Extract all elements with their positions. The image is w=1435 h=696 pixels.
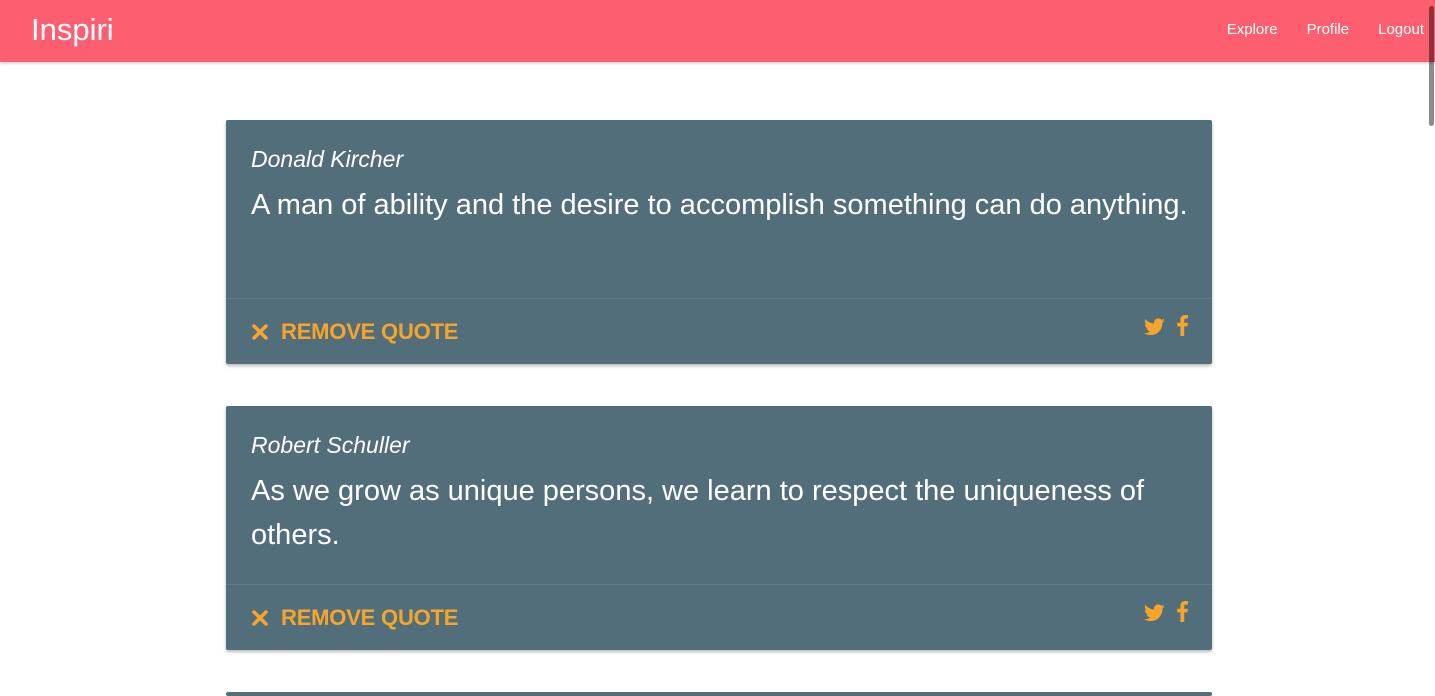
brand-logo[interactable]: Inspiri — [31, 12, 114, 48]
remove-quote-button[interactable]: REMOVE QUOTE — [251, 319, 458, 345]
nav-link-logout[interactable]: Logout — [1378, 20, 1424, 40]
close-icon — [252, 610, 268, 626]
scrollbar[interactable] — [1428, 0, 1435, 696]
twitter-icon[interactable] — [1144, 604, 1165, 622]
facebook-icon[interactable] — [1177, 315, 1188, 336]
quote-text: As we grow as unique persons, we learn t… — [251, 475, 1145, 551]
quote-text: A man of ability and the desire to accom… — [251, 189, 1188, 221]
navbar: Inspiri Explore Profile Logout — [0, 0, 1435, 62]
quote-card — [226, 692, 1212, 696]
nav-links: Explore Profile Logout — [1198, 20, 1424, 40]
twitter-icon[interactable] — [1144, 318, 1165, 336]
share-buttons — [1144, 315, 1188, 336]
nav-link-profile[interactable]: Profile — [1307, 20, 1350, 40]
nav-link-explore[interactable]: Explore — [1227, 20, 1278, 40]
share-buttons — [1144, 601, 1188, 622]
close-icon — [252, 324, 268, 340]
scrollbar-thumb[interactable] — [1429, 6, 1434, 126]
remove-quote-label: REMOVE QUOTE — [281, 319, 459, 344]
quote-card-body: Robert Schuller As we grow as unique per… — [226, 406, 1212, 584]
quote-author: Donald Kircher — [251, 146, 404, 172]
quote-card-body: Donald Kircher A man of ability and the … — [226, 120, 1212, 298]
quote-card-footer: REMOVE QUOTE — [226, 584, 1212, 650]
quote-author: Robert Schuller — [251, 432, 410, 458]
remove-quote-button[interactable]: REMOVE QUOTE — [251, 605, 458, 631]
quote-card: Donald Kircher A man of ability and the … — [226, 120, 1212, 364]
facebook-icon[interactable] — [1177, 601, 1188, 622]
remove-quote-label: REMOVE QUOTE — [281, 605, 459, 630]
quote-card-footer: REMOVE QUOTE — [226, 298, 1212, 364]
quote-card: Robert Schuller As we grow as unique per… — [226, 406, 1212, 650]
